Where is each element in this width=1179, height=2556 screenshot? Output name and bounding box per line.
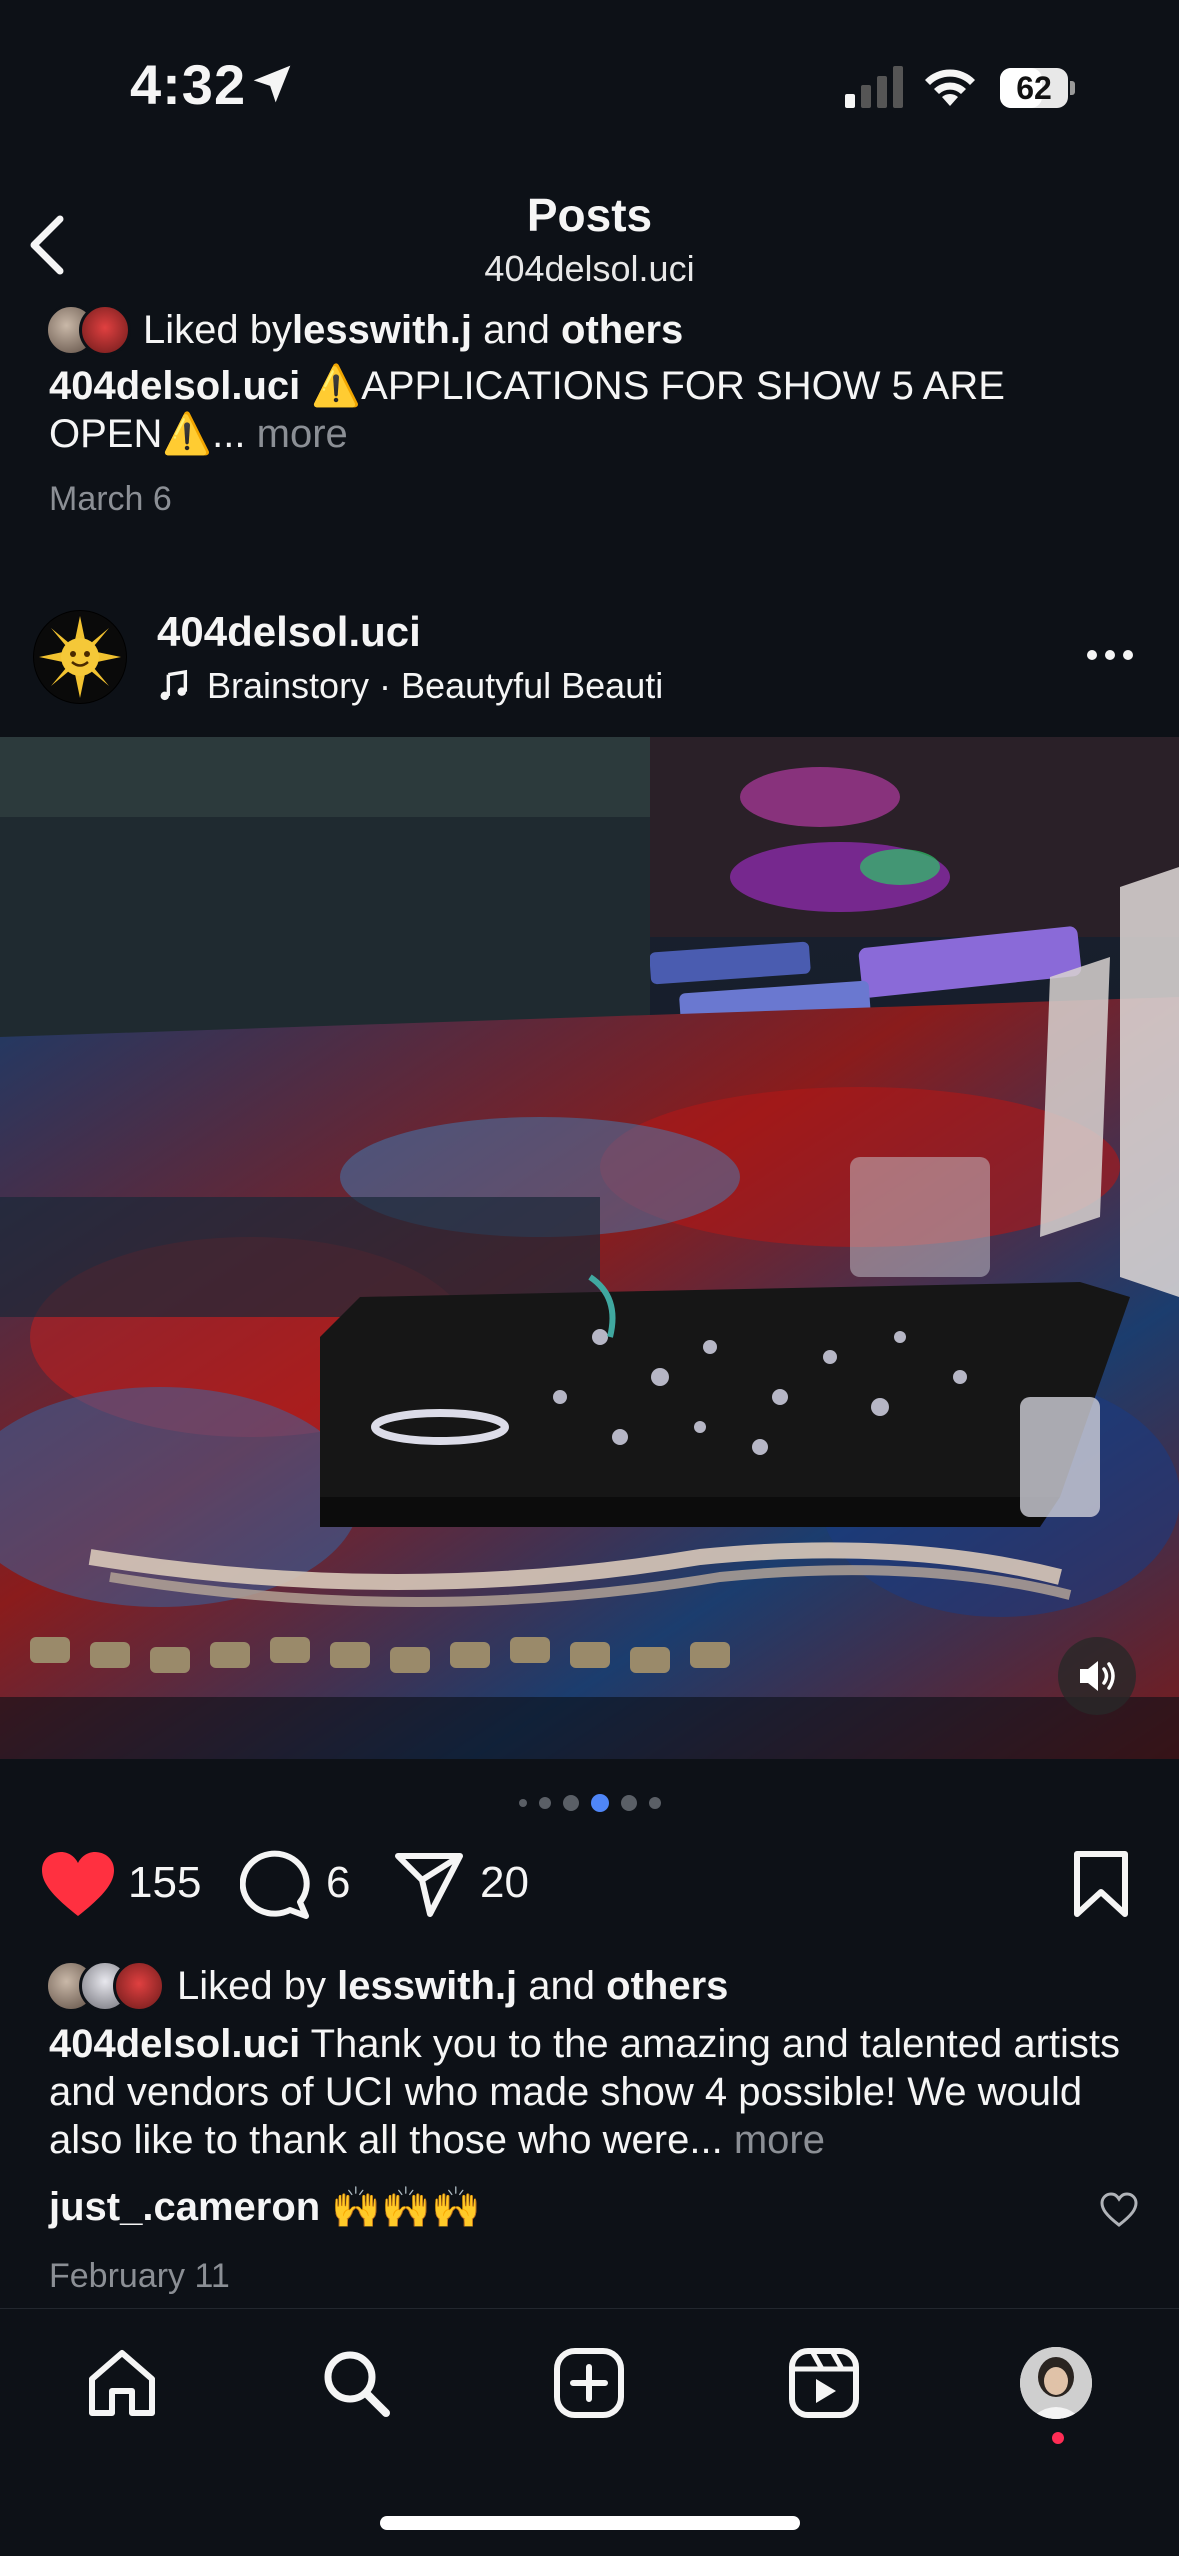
caption-ellipsis: ... bbox=[212, 412, 257, 456]
home-indicator[interactable] bbox=[380, 2516, 800, 2530]
share-count[interactable]: 20 bbox=[480, 1858, 529, 1908]
liked-by-user[interactable]: lesswith.j bbox=[337, 1964, 517, 2009]
carousel-dot-active bbox=[590, 1794, 609, 1812]
caption-more-link[interactable]: more bbox=[257, 412, 348, 456]
liked-by-prefix: Liked by bbox=[177, 1963, 338, 2008]
more-options-icon[interactable] bbox=[1080, 640, 1140, 670]
comment-like-heart-icon[interactable] bbox=[1100, 2192, 1138, 2228]
previous-post-date: March 6 bbox=[49, 480, 172, 518]
comment-count[interactable]: 6 bbox=[326, 1858, 350, 1908]
liked-by-and: and bbox=[517, 1963, 607, 2008]
audio-label: Brainstory · Beautyful Beauti bbox=[207, 665, 664, 706]
profile-avatar[interactable] bbox=[1020, 2347, 1092, 2419]
bookmark-icon[interactable] bbox=[1072, 1850, 1130, 1918]
like-count[interactable]: 155 bbox=[128, 1858, 201, 1908]
liked-by-others[interactable]: others bbox=[561, 308, 683, 353]
like-heart-icon[interactable] bbox=[40, 1850, 116, 1918]
search-icon[interactable] bbox=[318, 2345, 394, 2421]
carousel-dot bbox=[562, 1795, 579, 1811]
music-note-icon bbox=[160, 669, 188, 701]
reels-icon[interactable] bbox=[786, 2345, 862, 2421]
previous-post-caption[interactable]: 404delsol.uci ⚠️APPLICATIONS FOR SHOW 5 … bbox=[49, 362, 1149, 458]
cellular-signal-icon bbox=[845, 66, 903, 108]
avatar bbox=[113, 1960, 165, 2012]
liked-by-prefix: Liked by bbox=[143, 307, 292, 352]
carousel-dot bbox=[518, 1799, 527, 1807]
carousel-indicator bbox=[0, 1793, 1179, 1813]
paper-plane-icon[interactable] bbox=[394, 1850, 464, 1918]
avatar-photo bbox=[1020, 2347, 1092, 2419]
post-audio-track[interactable]: Brainstory · Beautyful Beauti bbox=[157, 665, 663, 707]
liker-avatars bbox=[45, 1960, 165, 2012]
battery-indicator: 62 bbox=[1000, 68, 1075, 108]
notification-dot bbox=[1052, 2432, 1064, 2444]
mute-toggle-button[interactable] bbox=[1058, 1637, 1136, 1715]
liker-avatars bbox=[45, 304, 131, 356]
comment-bubble-icon[interactable] bbox=[240, 1850, 310, 1920]
avatar bbox=[79, 304, 131, 356]
speaker-icon bbox=[1080, 1661, 1115, 1691]
create-post-icon[interactable] bbox=[551, 2345, 627, 2421]
post-caption[interactable]: 404delsol.uci Thank you to the amazing a… bbox=[49, 2020, 1159, 2164]
caption-username[interactable]: 404delsol.uci bbox=[49, 2022, 300, 2066]
likes-row[interactable]: Liked by lesswith.j and others bbox=[45, 1956, 728, 2016]
page-title: Posts bbox=[526, 189, 653, 241]
carousel-dot bbox=[538, 1797, 551, 1809]
post-author-username[interactable]: 404delsol.uci bbox=[157, 608, 421, 656]
caption-username[interactable]: 404delsol.uci bbox=[49, 364, 300, 408]
post-media-image[interactable] bbox=[0, 737, 1179, 1759]
wifi-icon bbox=[925, 69, 975, 106]
sun-logo-icon bbox=[34, 611, 126, 703]
caption-more-link[interactable]: more bbox=[734, 2118, 825, 2162]
caption-ellipsis: ... bbox=[689, 2118, 734, 2162]
previous-post-likes-row[interactable]: Liked by lesswith.j and others bbox=[45, 300, 683, 360]
battery-percent: 62 bbox=[1016, 70, 1052, 106]
post-author-avatar[interactable] bbox=[33, 610, 127, 704]
jewelry-table-photo bbox=[0, 737, 1179, 1759]
status-time: 4:32 bbox=[130, 53, 247, 116]
location-arrow-icon bbox=[253, 65, 291, 103]
top-comment[interactable]: just_.cameron 🙌🙌🙌 bbox=[49, 2184, 481, 2231]
home-icon[interactable] bbox=[84, 2345, 160, 2421]
post-date: February 11 bbox=[49, 2257, 230, 2295]
comment-username[interactable]: just_.cameron bbox=[49, 2185, 320, 2230]
comment-text: 🙌🙌🙌 bbox=[320, 2186, 481, 2230]
liked-by-others[interactable]: others bbox=[606, 1964, 728, 2009]
liked-by-and: and bbox=[472, 307, 562, 352]
carousel-dot bbox=[620, 1795, 637, 1811]
liked-by-user[interactable]: lesswith.j bbox=[292, 308, 472, 353]
carousel-dot bbox=[648, 1797, 661, 1809]
page-subtitle: 404delsol.uci bbox=[484, 248, 695, 289]
